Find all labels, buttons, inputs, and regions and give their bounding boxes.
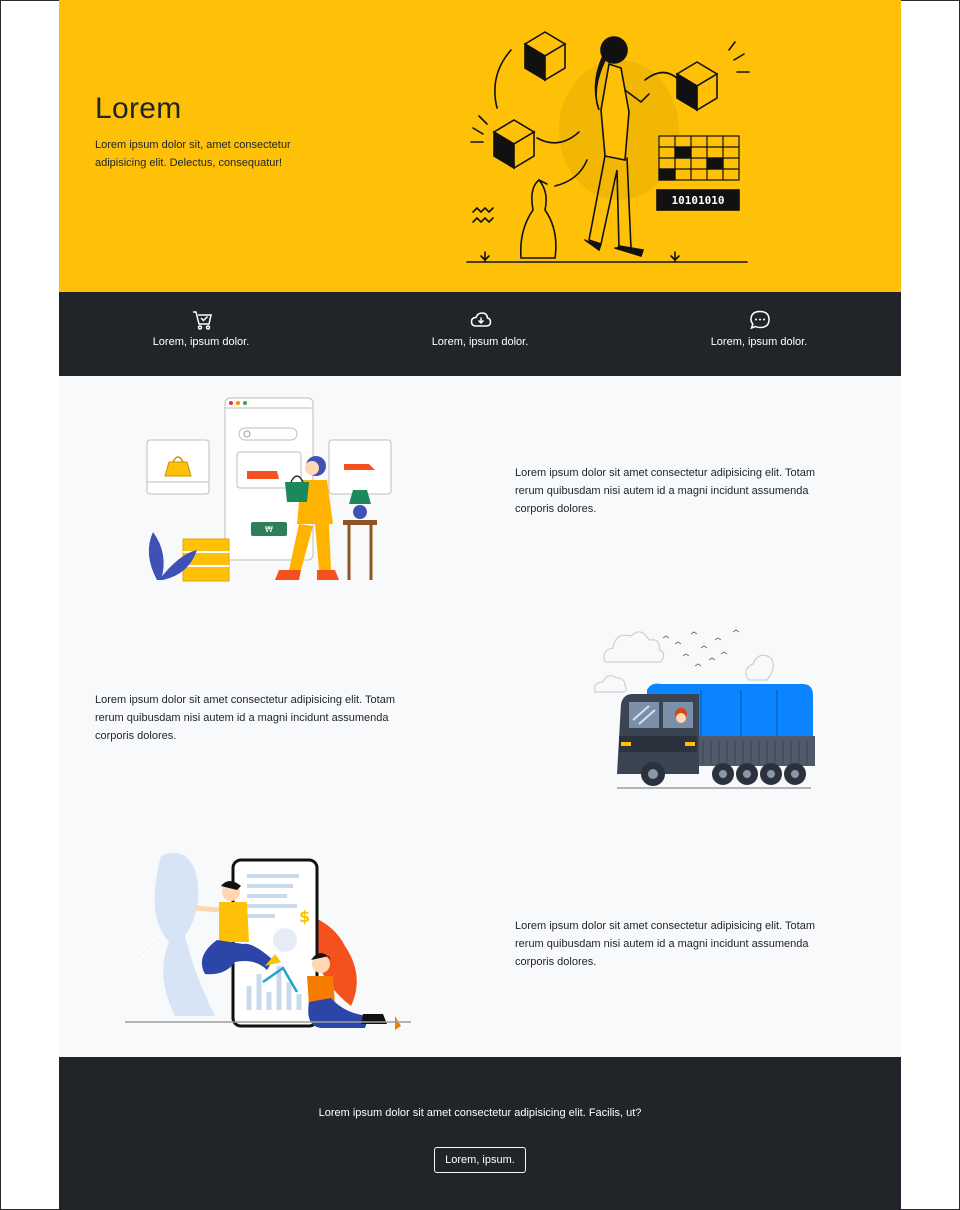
data-grid (658, 135, 740, 181)
section-text: Lorem ipsum dolor sit amet consectetur a… (515, 467, 815, 515)
footer: Lorem ipsum dolor sit amet consectetur a… (59, 1057, 901, 1210)
cloud-download-icon (470, 312, 492, 327)
content-section: ₩ Lorem ipsum dolor sit amet consectetur… (59, 376, 901, 1057)
hero-text: Lorem ipsum dolor sit, amet consectetur … (95, 139, 291, 169)
page: Lorem Lorem ipsum dolor sit, amet consec… (59, 0, 901, 1210)
feature-bar: Lorem, ipsum dolor. Lorem, ipsum dolor. … (59, 292, 901, 376)
svg-text:$: $ (299, 907, 310, 926)
footer-text: Lorem ipsum dolor sit amet consectetur a… (318, 1107, 642, 1119)
delivery-truck-illustration (594, 629, 815, 789)
footer-cta-button[interactable]: Lorem, ipsum. (434, 1147, 526, 1173)
feature-item-chat[interactable]: Lorem, ipsum dolor. (659, 292, 859, 376)
feature-label: Lorem, ipsum dolor. (431, 336, 529, 348)
hero-section: Lorem Lorem ipsum dolor sit, amet consec… (59, 0, 901, 292)
feature-item-shop[interactable]: Lorem, ipsum dolor. (101, 292, 301, 376)
section-text: Lorem ipsum dolor sit amet consectetur a… (95, 694, 395, 742)
online-shopping-illustration: ₩ (146, 397, 392, 582)
cube-right (675, 61, 719, 112)
feature-label: Lorem, ipsum dolor. (710, 336, 808, 348)
binary-label: 10101010 (672, 194, 725, 207)
hero-illustration: 10101010 (466, 31, 750, 263)
mobile-finance-illustration: $ (125, 853, 411, 1030)
svg-text:₩: ₩ (265, 525, 273, 534)
chat-dots-icon (750, 310, 770, 330)
feature-item-download[interactable]: Lorem, ipsum dolor. (380, 292, 580, 376)
feature-label: Lorem, ipsum dolor. (152, 336, 250, 348)
section-text: Lorem ipsum dolor sit amet consectetur a… (515, 920, 815, 968)
hero-title: Lorem (95, 92, 182, 125)
cube-left (492, 119, 536, 170)
cart-check-icon (193, 311, 212, 330)
cube-top (523, 31, 567, 82)
